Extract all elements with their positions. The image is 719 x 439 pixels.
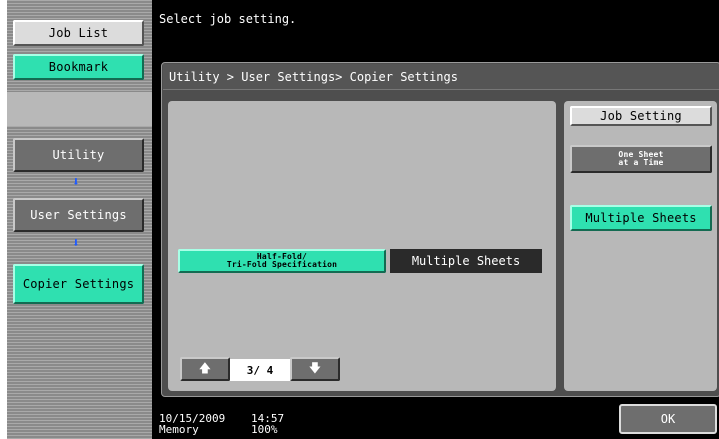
job-setting-title: Job Setting [570, 106, 712, 126]
instruction-message: Select job setting. [159, 12, 297, 26]
one-sheet-at-a-time-button[interactable]: One Sheet at a Time [570, 145, 712, 173]
screen: Job List Bookmark Utility ⬇ User Setting… [7, 0, 719, 439]
window-title-bar: Utility > User Settings> Copier Settings [163, 64, 719, 90]
arrow-down-icon: ⬇ [72, 236, 80, 251]
arrow-down-icon: 🡇 [308, 360, 322, 375]
breadcrumb-path: Utility > User Settings> Copier Settings [169, 69, 458, 84]
page-down-button[interactable]: 🡇 [290, 357, 340, 381]
left-panel-separator [7, 92, 152, 126]
status-footer: 10/15/2009 14:57 Memory 100% [159, 413, 284, 435]
memory-value: 100% [251, 423, 278, 436]
settings-window: Utility > User Settings> Copier Settings… [161, 62, 719, 397]
settings-content: Half-Fold/ Tri-Fold Specification Multip… [168, 101, 556, 391]
arrow-up-icon: 🡅 [198, 360, 212, 375]
job-setting-pane: Job Setting One Sheet at a Time Multiple… [564, 101, 717, 391]
page-up-button[interactable]: 🡅 [180, 357, 230, 381]
job-list-button[interactable]: Job List [13, 20, 144, 46]
left-panel: Job List Bookmark Utility ⬇ User Setting… [7, 0, 152, 439]
bookmark-button[interactable]: Bookmark [13, 54, 144, 80]
page-indicator: 3/ 4 [230, 359, 290, 381]
breadcrumb-copier-settings-button[interactable]: Copier Settings [13, 264, 144, 304]
breadcrumb-utility-button[interactable]: Utility [13, 138, 144, 172]
memory-label: Memory [159, 423, 199, 436]
breadcrumb-user-settings-button[interactable]: User Settings [13, 198, 144, 232]
arrow-down-icon: ⬇ [72, 175, 80, 190]
multiple-sheets-button[interactable]: Multiple Sheets [570, 205, 712, 231]
half-fold-tri-fold-specification-button[interactable]: Half-Fold/ Tri-Fold Specification [178, 249, 386, 273]
ok-button[interactable]: OK [619, 404, 717, 434]
setting-value: Multiple Sheets [390, 249, 542, 273]
